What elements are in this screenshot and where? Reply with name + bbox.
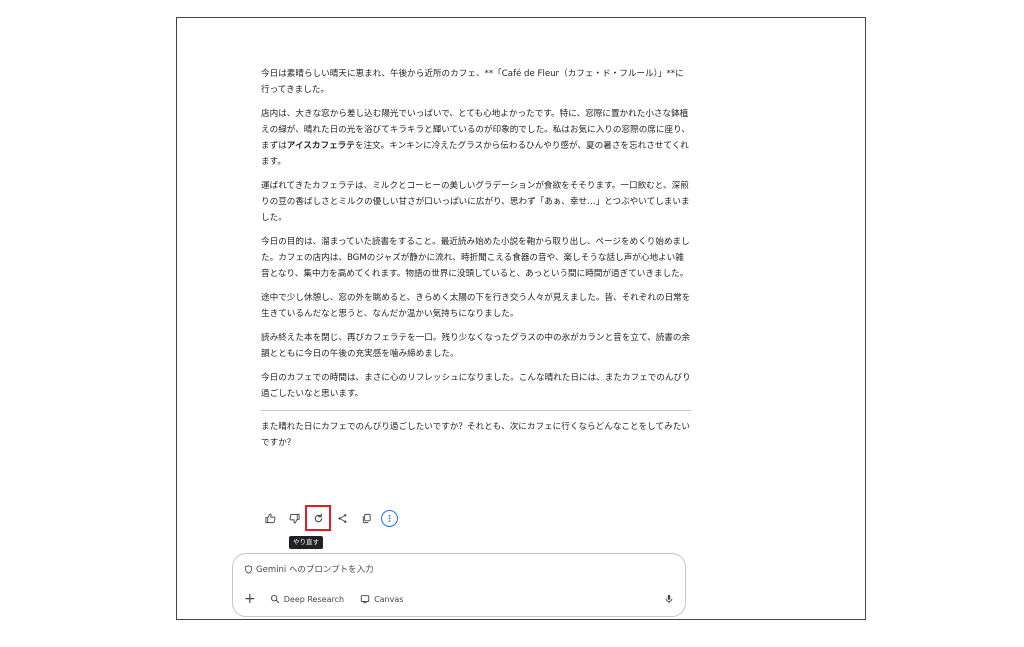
response-paragraph: 今日のカフェでの時間は、まさに心のリフレッシュになりました。こんな晴れた日には、…: [261, 373, 691, 399]
share-button[interactable]: [333, 509, 351, 527]
response-paragraph: 店内は、大きな窓から差し込む陽光でいっぱいで、とても心地よかったです。特に、窓際…: [261, 106, 691, 170]
response-question: また晴れた日にカフェでのんびり過ごしたいですか？それとも、次にカフェに行くならど…: [261, 422, 690, 448]
response-paragraph: 読み終えた本を閉じ、再びカフェラテを一口。残り少なくなったグラスの中の氷がカラン…: [261, 333, 691, 359]
response-actions: [261, 505, 398, 531]
deep-research-label: Deep Research: [283, 594, 345, 604]
copy-button[interactable]: [357, 509, 375, 527]
prompt-input[interactable]: Gemini へのプロンプトを入力: [244, 563, 374, 575]
response-paragraph: 運ばれてきたカフェラテは、ミルクとコーヒーの美しいグラデーションが食欲をそそりま…: [261, 181, 690, 223]
deep-research-icon: [270, 594, 280, 604]
response-paragraph: 今日は素晴らしい晴天に恵まれ、午後から近所のカフェ、**「Café de Fle…: [261, 69, 684, 95]
thumbs-up-icon: [264, 512, 276, 524]
bold-text: アイスカフェラテ: [286, 141, 355, 151]
thumbs-up-button[interactable]: [261, 509, 279, 527]
response-content: 今日は素晴らしい晴天に恵まれ、午後から近所のカフェ、**「Café de Fle…: [261, 66, 691, 459]
more-options-button[interactable]: [381, 509, 398, 527]
add-button[interactable]: +: [244, 592, 256, 606]
thumbs-down-button[interactable]: [285, 509, 303, 527]
canvas-button[interactable]: Canvas: [360, 594, 403, 604]
deep-research-button[interactable]: Deep Research: [270, 594, 344, 604]
mic-button[interactable]: [664, 594, 674, 604]
prompt-tools: + Deep Research Canvas: [244, 592, 674, 606]
gemini-shield-icon: [244, 564, 253, 574]
response-paragraph: 今日の目的は、溜まっていた読書をすること。最近読み始めた小説を鞄から取り出し、ペ…: [261, 237, 690, 279]
prompt-box[interactable]: Gemini へのプロンプトを入力 + Deep Research Canvas: [232, 553, 686, 617]
copy-icon: [361, 513, 372, 524]
redo-tooltip: やり直す: [289, 536, 323, 549]
browser-frame: 今日は素晴らしい晴天に恵まれ、午後から近所のカフェ、**「Café de Fle…: [176, 17, 866, 620]
canvas-icon: [360, 594, 370, 604]
redo-icon: [313, 512, 324, 524]
more-options-icon: [385, 514, 394, 523]
share-icon: [337, 513, 348, 524]
thumbs-down-icon: [289, 513, 300, 524]
mic-icon: [664, 594, 674, 604]
canvas-label: Canvas: [374, 594, 404, 604]
divider: [261, 410, 691, 411]
prompt-placeholder: Gemini へのプロンプトを入力: [256, 565, 374, 575]
response-paragraph: 途中で少し休憩し、窓の外を眺めると、きらめく太陽の下を行き交う人々が見えました。…: [261, 293, 691, 319]
redo-button[interactable]: [305, 505, 331, 531]
